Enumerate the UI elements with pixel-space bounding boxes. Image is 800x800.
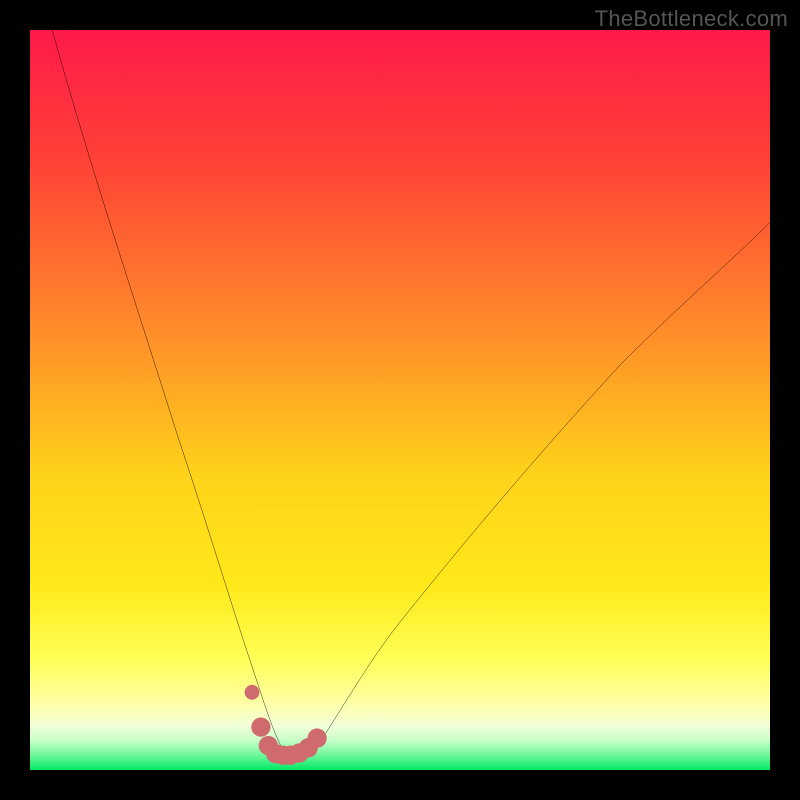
bottleneck-markers-svg <box>30 30 770 770</box>
bottleneck-markers <box>245 685 327 765</box>
watermark-text: TheBottleneck.com <box>595 6 788 32</box>
plot-area <box>30 30 770 770</box>
chart-frame: TheBottleneck.com <box>0 0 800 800</box>
